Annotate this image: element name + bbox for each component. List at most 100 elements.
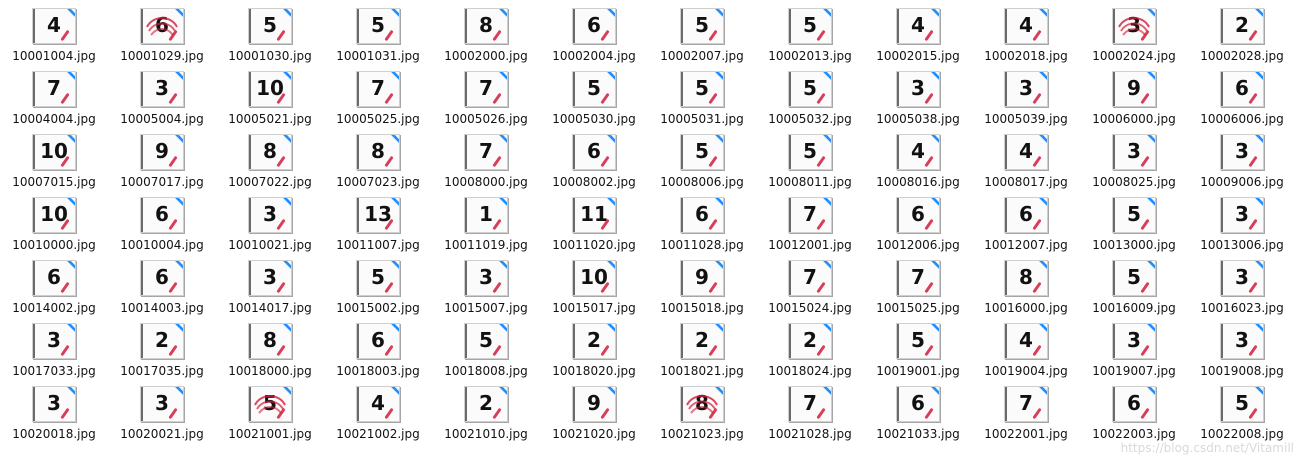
file-item[interactable]: 10 10005021.jpg xyxy=(216,63,324,126)
thumbnail-image[interactable]: 7 xyxy=(896,260,940,296)
thumbnail-image[interactable]: 9 xyxy=(680,260,724,296)
file-item[interactable]: 6 10012007.jpg xyxy=(972,189,1080,252)
thumbnail-image[interactable]: 3 xyxy=(140,71,184,107)
file-item[interactable]: 8 10016000.jpg xyxy=(972,252,1080,315)
thumbnail-image[interactable]: 7 xyxy=(788,386,832,422)
file-item[interactable]: 6 10006006.jpg xyxy=(1188,63,1296,126)
file-item[interactable]: 9 10021020.jpg xyxy=(540,378,648,441)
file-item[interactable]: 6 10022003.jpg xyxy=(1080,378,1188,441)
file-item[interactable]: 6 10002004.jpg xyxy=(540,0,648,63)
thumbnail-image[interactable]: 5 xyxy=(1112,197,1156,233)
thumbnail-image[interactable]: 7 xyxy=(464,71,508,107)
file-item[interactable]: 5 10018008.jpg xyxy=(432,315,540,378)
thumbnail-image[interactable]: 4 xyxy=(1004,323,1048,359)
file-item[interactable]: 9 10015018.jpg xyxy=(648,252,756,315)
thumbnail-image[interactable]: 5 xyxy=(356,260,400,296)
thumbnail-image[interactable]: 6 xyxy=(140,260,184,296)
file-item[interactable]: 4 10008017.jpg xyxy=(972,126,1080,189)
thumbnail-image[interactable]: 5 xyxy=(680,8,724,44)
file-item[interactable]: 10 10007015.jpg xyxy=(0,126,108,189)
thumbnail-image[interactable]: 6 xyxy=(32,260,76,296)
thumbnail-image[interactable]: 2 xyxy=(788,323,832,359)
thumbnail-image[interactable]: 6 xyxy=(896,386,940,422)
file-item[interactable]: 8 10007022.jpg xyxy=(216,126,324,189)
thumbnail-image[interactable]: 2 xyxy=(1220,8,1264,44)
file-item[interactable]: 8 10002000.jpg xyxy=(432,0,540,63)
file-item[interactable]: 6 10014003.jpg xyxy=(108,252,216,315)
file-item[interactable]: 8 10007023.jpg xyxy=(324,126,432,189)
thumbnail-image[interactable]: 5 xyxy=(356,8,400,44)
file-item[interactable]: 5 10001031.jpg xyxy=(324,0,432,63)
thumbnail-image[interactable]: 8 xyxy=(464,8,508,44)
file-item[interactable]: 6 10001029.jpg xyxy=(108,0,216,63)
thumbnail-image[interactable]: 4 xyxy=(1004,134,1048,170)
thumbnail-image[interactable]: 3 xyxy=(1220,134,1264,170)
thumbnail-image[interactable]: 3 xyxy=(1220,197,1264,233)
file-item[interactable]: 2 10018020.jpg xyxy=(540,315,648,378)
thumbnail-image[interactable]: 6 xyxy=(356,323,400,359)
thumbnail-image[interactable]: 9 xyxy=(572,386,616,422)
file-item[interactable]: 3 10020018.jpg xyxy=(0,378,108,441)
file-item[interactable]: 5 10013000.jpg xyxy=(1080,189,1188,252)
file-item[interactable]: 2 10017035.jpg xyxy=(108,315,216,378)
thumbnail-image[interactable]: 3 xyxy=(248,260,292,296)
file-item[interactable]: 2 10002028.jpg xyxy=(1188,0,1296,63)
thumbnail-image[interactable]: 9 xyxy=(140,134,184,170)
thumbnail-image[interactable]: 5 xyxy=(680,134,724,170)
file-item[interactable]: 4 10002015.jpg xyxy=(864,0,972,63)
thumbnail-image[interactable]: 8 xyxy=(356,134,400,170)
thumbnail-image[interactable]: 3 xyxy=(896,71,940,107)
thumbnail-image[interactable]: 3 xyxy=(140,386,184,422)
thumbnail-image[interactable]: 5 xyxy=(1112,260,1156,296)
thumbnail-image[interactable]: 2 xyxy=(140,323,184,359)
thumbnail-image[interactable]: 8 xyxy=(248,323,292,359)
file-item[interactable]: 3 10005039.jpg xyxy=(972,63,1080,126)
file-item[interactable]: 10 10010000.jpg xyxy=(0,189,108,252)
thumbnail-image[interactable]: 2 xyxy=(680,323,724,359)
file-item[interactable]: 7 10012001.jpg xyxy=(756,189,864,252)
file-item[interactable]: 6 10014002.jpg xyxy=(0,252,108,315)
thumbnail-image[interactable]: 5 xyxy=(572,71,616,107)
thumbnail-image[interactable]: 4 xyxy=(896,134,940,170)
thumbnail-image[interactable]: 7 xyxy=(356,71,400,107)
file-item[interactable]: 7 10015025.jpg xyxy=(864,252,972,315)
thumbnail-image[interactable]: 6 xyxy=(896,197,940,233)
thumbnail-image[interactable]: 5 xyxy=(680,71,724,107)
thumbnail-image[interactable]: 3 xyxy=(1004,71,1048,107)
file-item[interactable]: 7 10005026.jpg xyxy=(432,63,540,126)
thumbnail-image[interactable]: 3 xyxy=(1112,8,1156,44)
thumbnail-image[interactable]: 10 xyxy=(248,71,292,107)
file-item[interactable]: 3 10016023.jpg xyxy=(1188,252,1296,315)
file-item[interactable]: 5 10019001.jpg xyxy=(864,315,972,378)
file-item[interactable]: 5 10002007.jpg xyxy=(648,0,756,63)
thumbnail-image[interactable]: 5 xyxy=(248,386,292,422)
file-item[interactable]: 3 10005004.jpg xyxy=(108,63,216,126)
file-item[interactable]: 13 10011007.jpg xyxy=(324,189,432,252)
file-item[interactable]: 7 10005025.jpg xyxy=(324,63,432,126)
file-item[interactable]: 5 10005031.jpg xyxy=(648,63,756,126)
file-item[interactable]: 5 10001030.jpg xyxy=(216,0,324,63)
thumbnail-image[interactable]: 7 xyxy=(788,197,832,233)
thumbnail-image[interactable]: 6 xyxy=(572,8,616,44)
file-item[interactable]: 3 10017033.jpg xyxy=(0,315,108,378)
file-item[interactable]: 3 10002024.jpg xyxy=(1080,0,1188,63)
file-item[interactable]: 7 10004004.jpg xyxy=(0,63,108,126)
thumbnail-image[interactable]: 7 xyxy=(788,260,832,296)
thumbnail-image[interactable]: 2 xyxy=(464,386,508,422)
file-item[interactable]: 6 10010004.jpg xyxy=(108,189,216,252)
thumbnail-image[interactable]: 5 xyxy=(896,323,940,359)
thumbnail-image[interactable]: 6 xyxy=(572,134,616,170)
file-item[interactable]: 5 10015002.jpg xyxy=(324,252,432,315)
file-item[interactable]: 3 10019008.jpg xyxy=(1188,315,1296,378)
file-item[interactable]: 9 10006000.jpg xyxy=(1080,63,1188,126)
thumbnail-image[interactable]: 8 xyxy=(1004,260,1048,296)
thumbnail-image[interactable]: 8 xyxy=(248,134,292,170)
thumbnail-image[interactable]: 4 xyxy=(1004,8,1048,44)
thumbnail-image[interactable]: 3 xyxy=(32,386,76,422)
file-item[interactable]: 7 10021028.jpg xyxy=(756,378,864,441)
file-item[interactable]: 7 10015024.jpg xyxy=(756,252,864,315)
thumbnail-image[interactable]: 5 xyxy=(248,8,292,44)
file-item[interactable]: 3 10005038.jpg xyxy=(864,63,972,126)
file-item[interactable]: 4 10008016.jpg xyxy=(864,126,972,189)
file-item[interactable]: 2 10021010.jpg xyxy=(432,378,540,441)
